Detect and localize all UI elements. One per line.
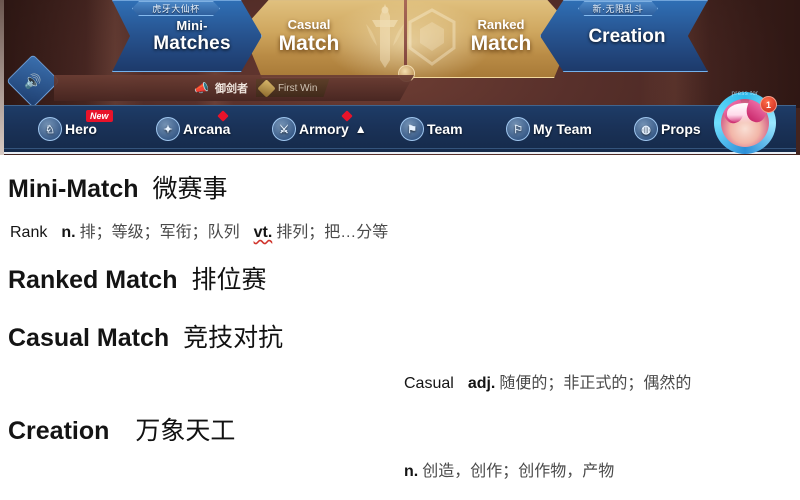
nav-label: Arcana [183, 121, 231, 137]
game-bottom-navbar: ♘ Hero ✦ Arcana ⚔ Armory ▲ ⚑ Team ⚐ My T… [4, 105, 796, 154]
mode-sub-label: Ranked [477, 16, 525, 32]
announcement-player-name: 御剑者 [214, 83, 248, 95]
mode-main-label: Match [470, 31, 532, 55]
vocab-term-cn: 万象天工 [135, 417, 236, 445]
vocab-definition-rank: Rank n. 排；等级；军衔；队列 vt. 排列；把…分等 [10, 218, 388, 242]
event-ribbon-mini-matches[interactable]: 虎牙大仙杯 [132, 1, 220, 16]
vocab-definition-creation: n. 创造，创作；创作物，产物 [404, 457, 614, 481]
avatar-notification-badge: 1 [760, 96, 777, 113]
team-icon: ⚑ [400, 117, 424, 141]
mode-sub-label: Mini- [176, 17, 208, 33]
vocab-term-en: Casual Match [8, 324, 170, 352]
arcana-icon: ✦ [156, 117, 180, 141]
nav-label: Hero [65, 121, 97, 137]
announcement-bar[interactable]: 📣 御剑者 First Win [54, 75, 414, 101]
nav-item-armory[interactable]: ⚔ Armory ▲ [272, 115, 367, 143]
vocab-term-en: Creation [8, 417, 110, 445]
nav-item-my-team[interactable]: ⚐ My Team [506, 115, 592, 143]
vocab-entry-ranked-match: Ranked Match 排位赛 [8, 260, 267, 296]
first-win-badge[interactable]: First Win [255, 79, 330, 97]
nav-label: Props [661, 121, 701, 137]
megaphone-icon: 📣 [194, 81, 209, 95]
definition-pos: n. [404, 463, 419, 480]
vocab-entry-casual-match: Casual Match 竞技对抗 [8, 318, 283, 354]
definition-term: Casual [404, 375, 454, 392]
first-win-label: First Win [277, 82, 318, 94]
mode-button-casual-match[interactable]: Casual Match [250, 0, 368, 72]
mode-sub-label: Casual [287, 16, 331, 32]
definition-meaning: 随便的；非正式的；偶然的 [499, 375, 692, 392]
definition-pos: adj. [467, 375, 496, 392]
vocab-definition-casual: Casual adj. 随便的；非正式的；偶然的 [404, 369, 691, 393]
speaker-icon: 🔊 [24, 72, 42, 89]
vocab-term-en: Mini-Match [8, 175, 139, 203]
vocab-term-cn: 竞技对抗 [183, 324, 284, 352]
mode-main-label: Match [278, 31, 340, 55]
props-icon: ◍ [634, 117, 658, 141]
mode-panel-divider [404, 0, 407, 74]
mode-main-label: Matches [153, 32, 231, 54]
hero-icon: ♘ [38, 117, 62, 141]
vocab-term-cn: 微赛事 [152, 175, 228, 203]
game-mode-selector: Mini- Matches Casual Match Ranked Match … [0, 0, 800, 82]
nav-item-props[interactable]: ◍ Props [634, 115, 701, 143]
armory-icon: ⚔ [272, 117, 296, 141]
vocab-entry-creation: Creation 万象天工 [8, 411, 235, 447]
chevron-up-icon: ▲ [354, 122, 367, 136]
game-screenshot: Mini- Matches Casual Match Ranked Match … [0, 0, 800, 155]
event-ribbon-creation[interactable]: 新·无限乱斗 [578, 1, 658, 16]
nav-item-arcana[interactable]: ✦ Arcana [156, 115, 230, 143]
definition-pos: n. [61, 224, 76, 241]
vocab-term-cn: 排位赛 [191, 266, 267, 294]
nav-item-team[interactable]: ⚑ Team [400, 115, 463, 143]
nav-label: Armory [299, 121, 349, 137]
hero-new-badge: New [86, 110, 113, 122]
nav-label: My Team [533, 121, 592, 137]
definition-meaning: 排列；把…分等 [276, 224, 389, 241]
definition-meaning: 排；等级；军衔；队列 [79, 224, 240, 241]
definition-meaning: 创造，创作；创作物，产物 [422, 463, 615, 480]
player-avatar[interactable]: press for 1 [714, 91, 777, 154]
vocab-entry-mini-match: Mini-Match 微赛事 [8, 169, 228, 205]
nav-label: Team [427, 121, 463, 137]
my-team-icon: ⚐ [506, 117, 530, 141]
definition-term: Rank [10, 224, 48, 241]
vocabulary-notes: Mini-Match 微赛事 Rank n. 排；等级；军衔；队列 vt. 排列；把…分等… [0, 155, 800, 500]
vocab-term-en: Ranked Match [8, 266, 178, 294]
definition-pos-misspelled: vt. [253, 224, 273, 241]
first-win-crest-icon [257, 79, 276, 97]
mode-main-label: Creation [588, 25, 666, 47]
